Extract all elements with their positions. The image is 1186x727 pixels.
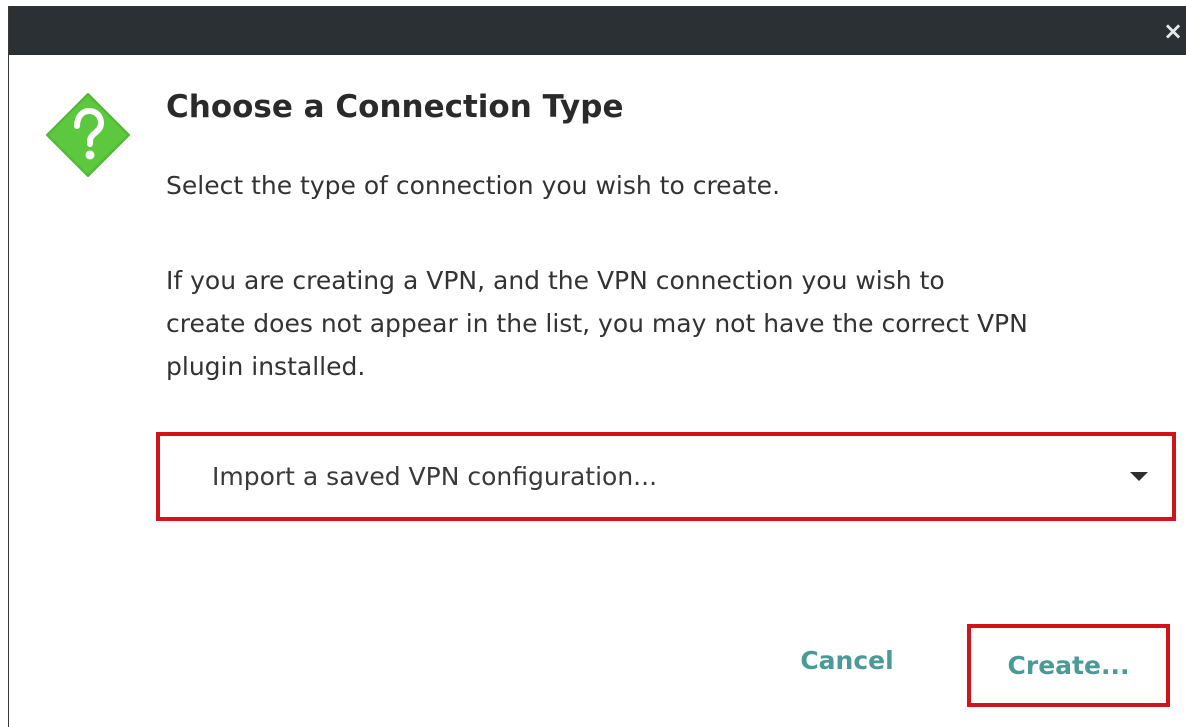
create-button-label: Create...: [1007, 651, 1130, 680]
chevron-down-icon: [1130, 472, 1148, 481]
question-icon: [46, 93, 130, 177]
title-bar: ×: [9, 6, 1186, 55]
create-button[interactable]: Create...: [967, 624, 1170, 707]
description-line: plugin installed.: [166, 352, 366, 381]
cancel-button[interactable]: Cancel: [777, 631, 917, 691]
dropdown-selected-value: Import a saved VPN configuration...: [212, 462, 658, 491]
dialog-description: If you are creating a VPN, and the VPN c…: [166, 259, 1166, 388]
dialog-subtitle: Select the type of connection you wish t…: [166, 171, 781, 200]
connection-type-dialog: × Choose a Connection Type Select the ty…: [8, 6, 1186, 727]
dialog-title: Choose a Connection Type: [166, 89, 624, 125]
description-line: create does not appear in the list, you …: [166, 309, 1028, 338]
description-line: If you are creating a VPN, and the VPN c…: [166, 266, 945, 295]
connection-type-dropdown[interactable]: Import a saved VPN configuration...: [156, 432, 1176, 521]
close-button[interactable]: ×: [1160, 16, 1186, 46]
